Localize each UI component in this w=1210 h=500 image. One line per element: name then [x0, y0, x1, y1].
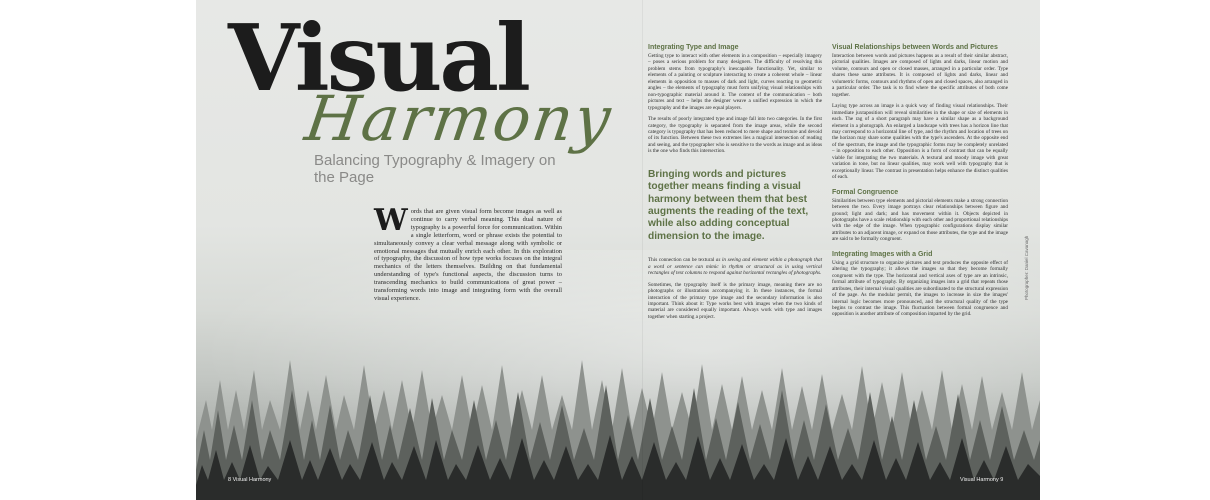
drop-cap: W — [374, 203, 408, 238]
body-text: This connection can be textural — [648, 257, 716, 264]
page-gutter — [642, 0, 643, 500]
title-harmony: Harmony — [300, 82, 617, 155]
intro-paragraph: Words that are given visual form become … — [374, 203, 562, 303]
body-paragraph: Laying type across an image is a quick w… — [832, 103, 1008, 181]
body-paragraph: Similarities between type elements and p… — [832, 197, 1008, 243]
body-paragraph: Using a grid structure to organize pictu… — [832, 259, 1008, 318]
heading-visual-relationships: Visual Relationships between Words and P… — [832, 44, 998, 51]
pull-quote: Bringing words and pictures together mea… — [648, 168, 809, 242]
photo-credit: Photographer: Daniel Cavanagh — [1024, 235, 1029, 300]
body-paragraph: Interaction between words and pictures h… — [832, 53, 1008, 98]
body-paragraph: Getting type to interact with other elem… — [648, 53, 822, 111]
heading-formal-congruence: Formal Congruence — [832, 188, 899, 196]
body-paragraph: The results of poorly integrated type an… — [648, 116, 822, 155]
folio-left: 8 Visual Harmony — [228, 477, 272, 483]
heading-integrating-type-image: Integrating Type and Image — [648, 44, 739, 51]
body-paragraph: Sometimes, the typography itself is the … — [648, 281, 822, 320]
magazine-spread: Visual Harmony Balancing Typography & Im… — [196, 0, 1040, 500]
column-right: Visual Relationships between Words and P… — [832, 44, 1008, 323]
subtitle: Balancing Typography & Imagery on the Pa… — [314, 152, 556, 186]
heading-integrating-images-grid: Integrating Images with a Grid — [832, 250, 933, 258]
body-paragraph: This connection can be textural as in se… — [648, 257, 822, 276]
folio-right: Visual Harmony 9 — [960, 477, 1004, 483]
column-left: Integrating Type and Image Getting type … — [648, 44, 822, 325]
